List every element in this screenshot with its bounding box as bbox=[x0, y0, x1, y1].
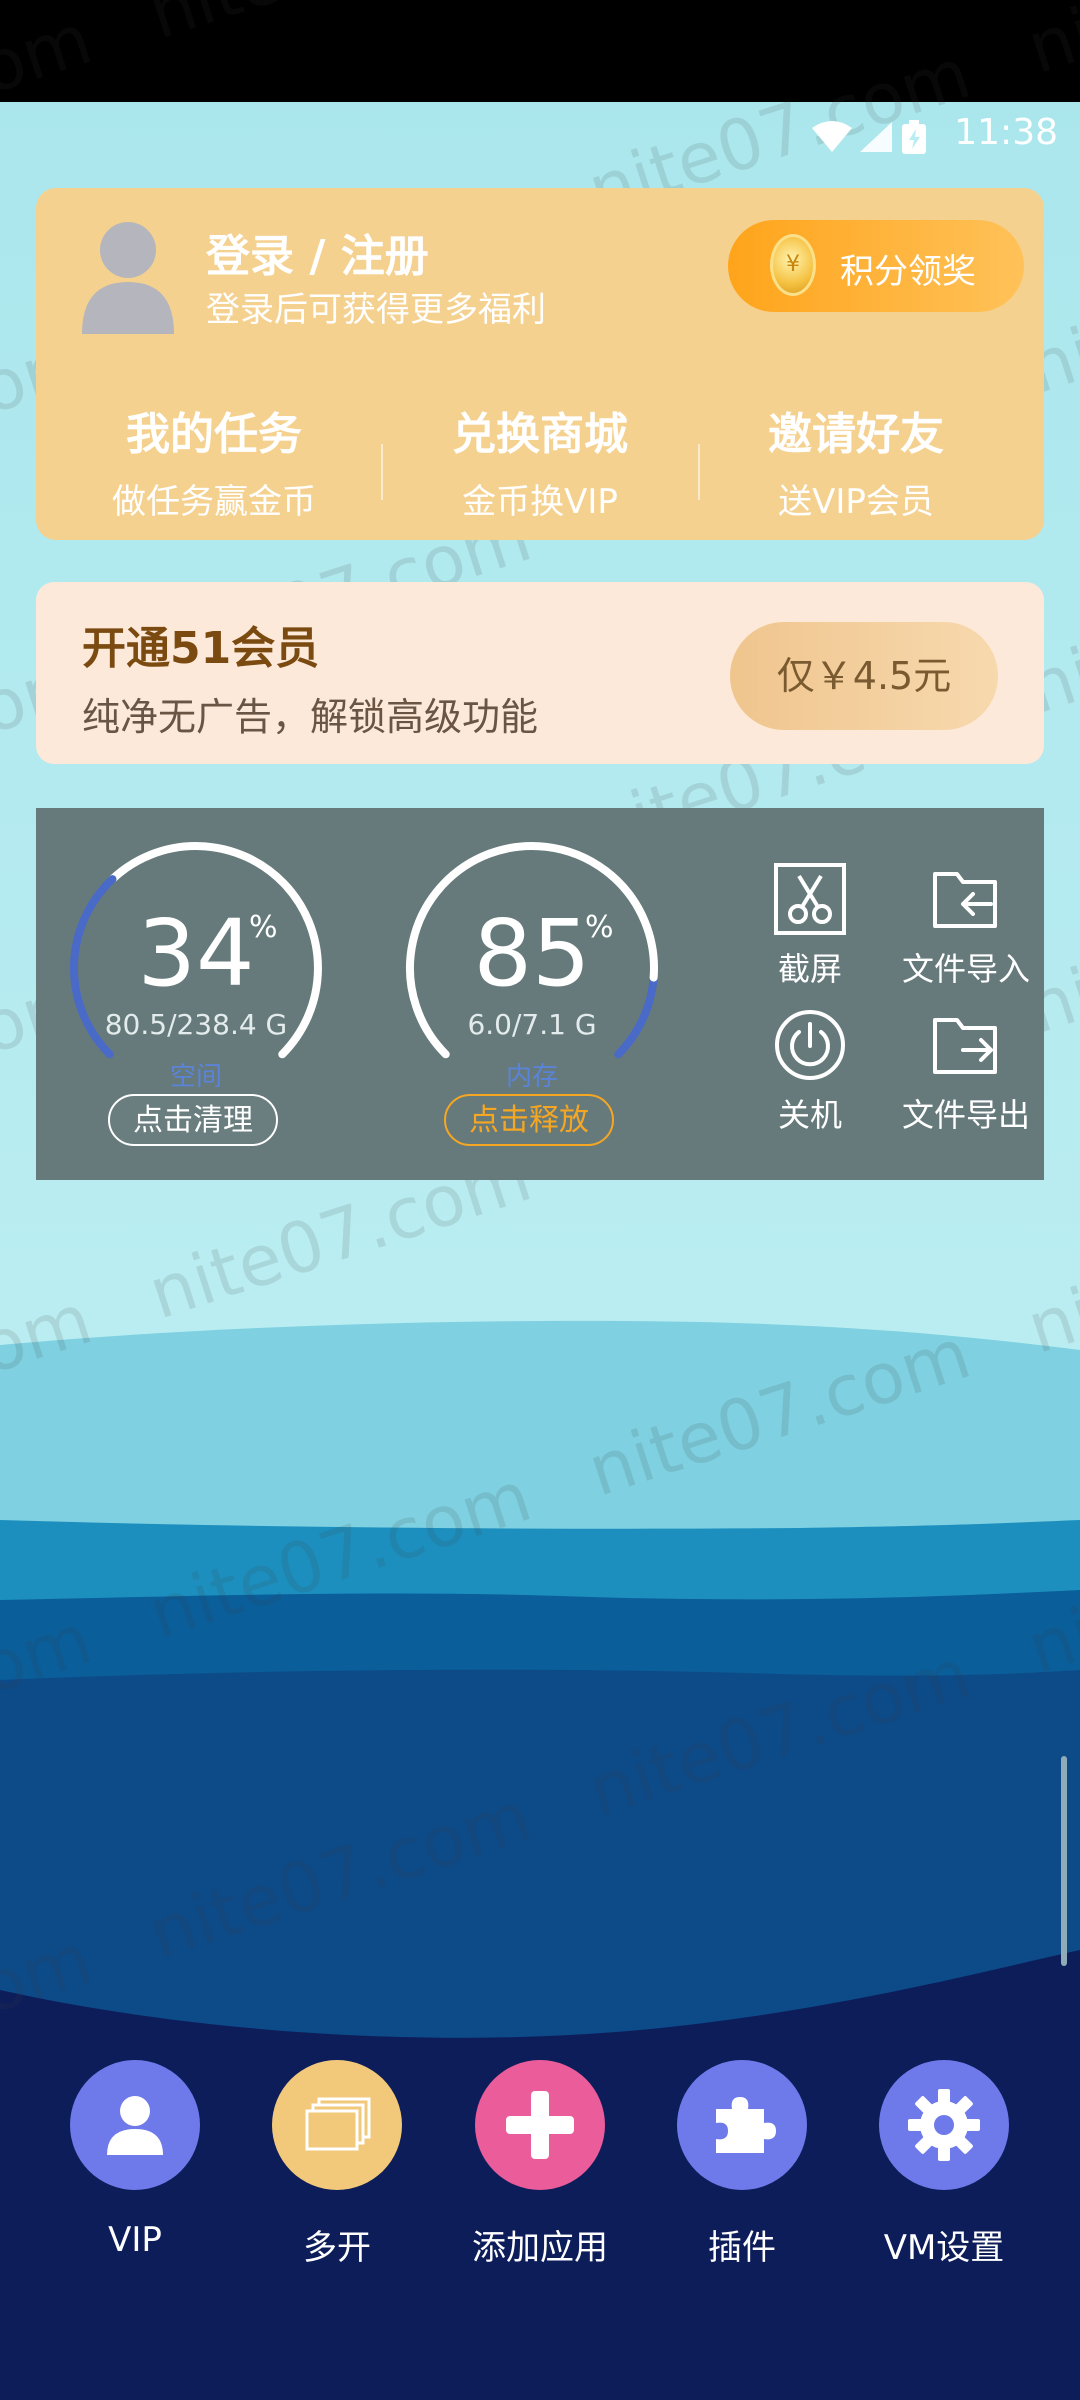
plugins-circle bbox=[677, 2060, 807, 2190]
storage-gauge: 34 % 80.5/238.4 G 空间 bbox=[66, 838, 326, 1098]
plus-icon bbox=[506, 2091, 574, 2159]
screenshot-tool[interactable]: 截屏 bbox=[740, 862, 880, 990]
battery-icon bbox=[902, 120, 926, 154]
wifi-icon bbox=[812, 121, 852, 152]
file-export-tool[interactable]: 文件导出 bbox=[886, 1008, 1046, 1136]
status-icons bbox=[812, 120, 926, 154]
coin-icon: ¥ bbox=[770, 234, 816, 296]
gear-icon bbox=[908, 2089, 980, 2161]
shutdown-tool[interactable]: 关机 bbox=[740, 1008, 880, 1136]
menu-item-title: 兑换商城 bbox=[452, 409, 628, 460]
clean-button[interactable]: 点击清理 bbox=[108, 1094, 278, 1146]
nav-vm-settings[interactable]: VM设置 bbox=[844, 2060, 1044, 2269]
login-subtitle: 登录后可获得更多福利 bbox=[206, 290, 546, 330]
vip-subtitle: 纯净无广告，解锁高级功能 bbox=[82, 695, 539, 739]
points-reward-button[interactable]: ¥ 积分领奖 bbox=[728, 220, 1024, 312]
my-tasks-item[interactable]: 我的任务 做任务赢金币 bbox=[56, 398, 372, 523]
memory-gauge: 85 % 6.0/7.1 G 内存 bbox=[402, 838, 662, 1098]
tools-panel: 34 % 80.5/238.4 G 空间 点击清理 85 % 6.0/7.1 G… bbox=[36, 808, 1044, 1180]
power-icon bbox=[775, 1010, 845, 1080]
top-black-band bbox=[0, 0, 1080, 102]
stacked-windows-icon bbox=[305, 2097, 371, 2151]
nav-multi-open[interactable]: 多开 bbox=[237, 2060, 437, 2269]
folder-export-icon bbox=[933, 1018, 997, 1074]
memory-percent: 85 bbox=[473, 900, 591, 1007]
vip-price-button[interactable]: 仅￥4.5元 bbox=[730, 622, 998, 730]
points-reward-label: 积分领奖 bbox=[840, 252, 976, 292]
memory-label: 内存 bbox=[505, 1062, 558, 1092]
storage-label: 空间 bbox=[169, 1062, 222, 1092]
file-export-label: 文件导出 bbox=[901, 1096, 1030, 1134]
menu-item-subtitle: 做任务赢金币 bbox=[112, 482, 316, 522]
nav-label: 多开 bbox=[303, 2228, 371, 2268]
shutdown-label: 关机 bbox=[777, 1096, 842, 1134]
nav-vip[interactable]: VIP bbox=[35, 2060, 235, 2260]
file-import-label: 文件导入 bbox=[901, 950, 1030, 988]
scrollbar[interactable] bbox=[1061, 1756, 1067, 1966]
storage-percent-sign: % bbox=[249, 910, 278, 945]
status-bar: 11:38 bbox=[0, 102, 1080, 172]
storage-detail: 80.5/238.4 G bbox=[104, 1008, 288, 1041]
file-import-tool[interactable]: 文件导入 bbox=[886, 862, 1046, 990]
clock: 11:38 bbox=[954, 112, 1058, 153]
screenshot-label: 截屏 bbox=[777, 950, 842, 988]
avatar-placeholder-icon[interactable] bbox=[78, 216, 178, 334]
menu-item-title: 我的任务 bbox=[126, 409, 302, 460]
nav-add-app[interactable]: 添加应用 bbox=[440, 2060, 640, 2269]
vm-settings-circle bbox=[879, 2060, 1009, 2190]
nav-label: 插件 bbox=[708, 2228, 776, 2268]
signal-icon bbox=[860, 122, 892, 152]
menu-item-subtitle: 送VIP会员 bbox=[778, 482, 934, 522]
add-app-circle bbox=[475, 2060, 605, 2190]
nav-label: VIP bbox=[108, 2220, 162, 2260]
nav-label: VM设置 bbox=[883, 2228, 1005, 2268]
memory-percent-sign: % bbox=[585, 910, 614, 945]
user-card: 登录 / 注册 登录后可获得更多福利 ¥ 积分领奖 我的任务 做任务赢金币 兑换… bbox=[36, 188, 1044, 540]
vip-banner[interactable]: 开通51会员 纯净无广告，解锁高级功能 仅￥4.5元 bbox=[36, 582, 1044, 764]
storage-percent: 34 bbox=[137, 900, 255, 1007]
multi-open-circle bbox=[272, 2060, 402, 2190]
exchange-mall-item[interactable]: 兑换商城 金币换VIP bbox=[382, 398, 698, 523]
memory-detail: 6.0/7.1 G bbox=[467, 1008, 597, 1041]
puzzle-icon bbox=[716, 2097, 776, 2153]
scissors-icon bbox=[774, 863, 846, 935]
invite-friends-item[interactable]: 邀请好友 送VIP会员 bbox=[698, 398, 1014, 523]
vip-circle bbox=[70, 2060, 200, 2190]
folder-import-icon bbox=[933, 872, 997, 928]
nav-plugins[interactable]: 插件 bbox=[642, 2060, 842, 2269]
person-icon bbox=[107, 2096, 163, 2155]
nav-label: 添加应用 bbox=[472, 2228, 608, 2268]
vip-title: 开通51会员 bbox=[82, 623, 320, 674]
menu-item-subtitle: 金币换VIP bbox=[462, 482, 618, 522]
login-register-link[interactable]: 登录 / 注册 bbox=[206, 220, 429, 284]
user-menu: 我的任务 做任务赢金币 兑换商城 金币换VIP 邀请好友 送VIP会员 bbox=[36, 398, 1044, 522]
release-button[interactable]: 点击释放 bbox=[444, 1094, 614, 1146]
menu-item-title: 邀请好友 bbox=[768, 409, 944, 460]
